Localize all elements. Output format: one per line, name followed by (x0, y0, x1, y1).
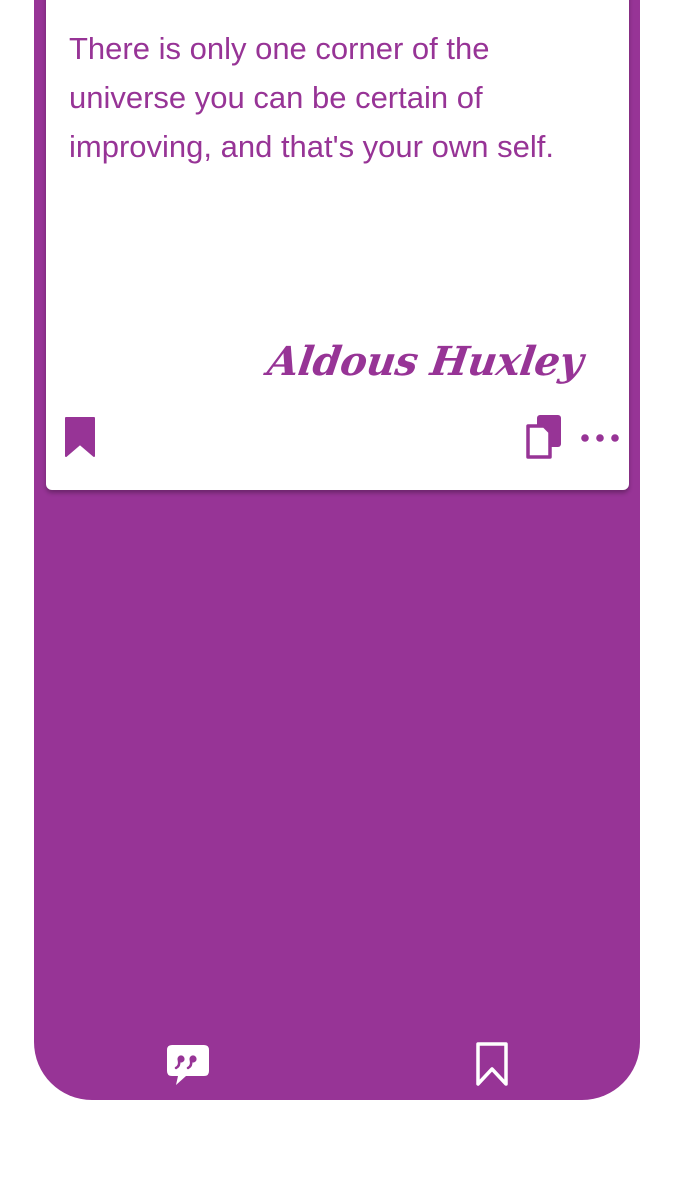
bookmark-outline-icon[interactable] (472, 1040, 512, 1088)
bookmark-filled-icon[interactable] (63, 415, 97, 459)
quote-bubble-icon[interactable] (164, 1040, 212, 1088)
app-screen: There is only one corner of the universe… (34, 0, 640, 1100)
copy-icon[interactable] (522, 412, 566, 462)
quote-text: There is only one corner of the universe… (69, 31, 554, 164)
more-horizontal-icon[interactable] (578, 426, 622, 450)
quote-author: Aldous Huxley (265, 338, 587, 385)
quote-card: There is only one corner of the universe… (46, 0, 629, 490)
